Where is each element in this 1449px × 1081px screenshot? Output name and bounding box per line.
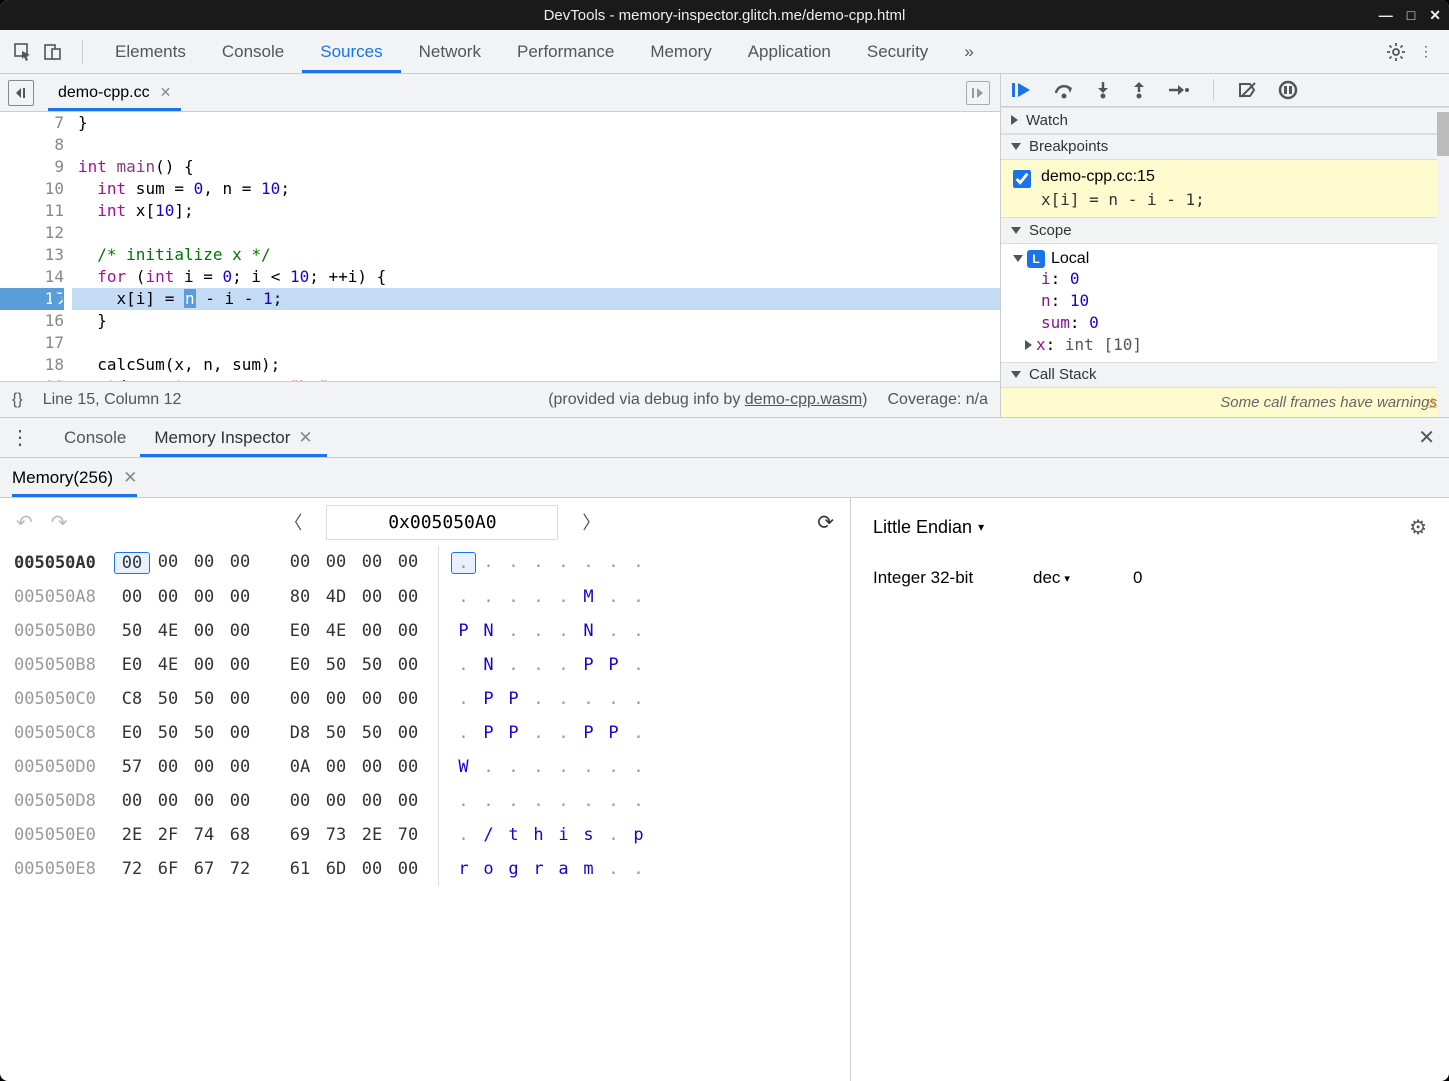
address-input[interactable] xyxy=(326,505,558,540)
hex-row[interactable]: 005050A00000000000000000........ xyxy=(14,546,850,580)
tab-application[interactable]: Application xyxy=(730,30,849,73)
devtools-main-tabs: ElementsConsoleSourcesNetworkPerformance… xyxy=(0,30,1449,74)
value-format-selector[interactable]: dec▾ xyxy=(1033,568,1133,588)
toggle-debugger-icon[interactable] xyxy=(966,81,990,105)
value-type: Integer 32-bit xyxy=(873,568,1033,588)
file-tab-demo-cpp[interactable]: demo-cpp.cc ✕ xyxy=(48,74,181,111)
scope-var-n[interactable]: n: 10 xyxy=(1041,290,1437,312)
device-toolbar-icon[interactable] xyxy=(38,37,68,67)
breakpoints-section-header[interactable]: Breakpoints xyxy=(1001,134,1449,160)
tab-network[interactable]: Network xyxy=(401,30,499,73)
minimize-icon[interactable]: — xyxy=(1379,7,1393,24)
resume-icon[interactable] xyxy=(1011,81,1033,99)
breakpoint-code: x[i] = n - i - 1; xyxy=(1041,190,1205,209)
pause-on-exceptions-icon[interactable] xyxy=(1278,80,1298,100)
drawer-tab-memory-inspector[interactable]: Memory Inspector ✕ xyxy=(140,418,326,457)
debug-scrollbar[interactable] xyxy=(1437,112,1449,417)
drawer-tab-console[interactable]: Console xyxy=(50,418,140,457)
close-memory-inspector-icon[interactable]: ✕ xyxy=(298,428,312,448)
hex-row[interactable]: 005050C8E0505000D8505000.PP..PP. xyxy=(14,716,850,750)
close-memory-tab-icon[interactable]: ✕ xyxy=(123,468,137,488)
hex-row[interactable]: 005050C0C850500000000000.PP..... xyxy=(14,682,850,716)
tab-sources[interactable]: Sources xyxy=(302,30,400,73)
hex-viewer[interactable]: 005050A00000000000000000........005050A8… xyxy=(0,546,850,1081)
cursor-position: Line 15, Column 12 xyxy=(43,391,182,409)
breakpoint-item[interactable]: demo-cpp.cc:15 x[i] = n - i - 1; xyxy=(1001,160,1449,217)
breakpoint-location: demo-cpp.cc:15 xyxy=(1041,168,1205,186)
window-title: DevTools - memory-inspector.glitch.me/de… xyxy=(544,7,906,24)
overflow-tabs-icon[interactable]: » xyxy=(946,30,991,73)
tab-performance[interactable]: Performance xyxy=(499,30,632,73)
hex-row[interactable]: 005050A800000000804D0000.....M.. xyxy=(14,580,850,614)
step-out-icon[interactable] xyxy=(1131,81,1147,99)
close-file-tab-icon[interactable]: ✕ xyxy=(160,84,172,101)
toggle-navigator-icon[interactable] xyxy=(8,80,34,106)
step-icon[interactable] xyxy=(1167,83,1189,97)
undo-icon[interactable]: ↶ xyxy=(16,510,33,535)
hex-row[interactable]: 005050E02E2F746869732E70./this.p xyxy=(14,818,850,852)
interpreter-settings-icon[interactable]: ⚙ xyxy=(1409,515,1427,540)
hex-row[interactable]: 005050D0570000000A000000W....... xyxy=(14,750,850,784)
value-interpreter-row: Integer 32-bit dec▾ 0 xyxy=(873,558,1427,598)
hex-row[interactable]: 005050B8E04E0000E0505000.N...PP. xyxy=(14,648,850,682)
step-into-icon[interactable] xyxy=(1095,81,1111,99)
callstack-section-header[interactable]: Call Stack xyxy=(1001,362,1449,388)
next-page-icon[interactable]: 〉 xyxy=(576,509,606,535)
endianness-selector[interactable]: Little Endian▾ xyxy=(873,517,984,538)
drawer-menu-icon[interactable]: ⋮ xyxy=(10,425,30,450)
debug-toolbar xyxy=(1001,74,1449,107)
tab-elements[interactable]: Elements xyxy=(97,30,204,73)
pretty-print-icon[interactable]: {} xyxy=(12,391,23,409)
maximize-icon[interactable]: □ xyxy=(1407,7,1415,24)
watch-section-header[interactable]: Watch xyxy=(1001,107,1449,133)
scope-var-i[interactable]: i: 0 xyxy=(1041,268,1437,290)
code-editor[interactable]: }int main() { int sum = 0, n = 10; int x… xyxy=(72,112,1000,381)
step-over-icon[interactable] xyxy=(1053,81,1075,99)
close-drawer-icon[interactable]: ✕ xyxy=(1418,425,1435,450)
hex-row[interactable]: 005050E8726F6772616D0000rogram.. xyxy=(14,852,850,886)
more-menu-icon[interactable]: ⋮ xyxy=(1411,37,1441,67)
callstack-warning: Some call frames have warnings ⚠ xyxy=(1001,388,1449,417)
wasm-source-link[interactable]: demo-cpp.wasm xyxy=(745,391,862,408)
tab-memory[interactable]: Memory xyxy=(632,30,729,73)
line-number-gutter[interactable]: 789101112131415161718192021 xyxy=(0,112,72,381)
deactivate-breakpoints-icon[interactable] xyxy=(1238,81,1258,99)
breakpoint-checkbox[interactable] xyxy=(1013,170,1031,188)
scope-var-x[interactable]: x: int [10] xyxy=(1041,334,1437,356)
inspect-element-icon[interactable] xyxy=(8,37,38,67)
redo-icon[interactable]: ↷ xyxy=(51,510,68,535)
interpreted-value: 0 xyxy=(1133,568,1142,588)
close-icon[interactable]: ✕ xyxy=(1429,7,1441,24)
scope-local[interactable]: LLocal xyxy=(1013,250,1437,268)
window-titlebar: DevTools - memory-inspector.glitch.me/de… xyxy=(0,0,1449,30)
tab-security[interactable]: Security xyxy=(849,30,946,73)
hex-row[interactable]: 005050D80000000000000000........ xyxy=(14,784,850,818)
scope-section-header[interactable]: Scope xyxy=(1001,217,1449,243)
hex-row[interactable]: 005050B0504E0000E04E0000PN...N.. xyxy=(14,614,850,648)
scope-var-sum[interactable]: sum: 0 xyxy=(1041,312,1437,334)
coverage-status: Coverage: n/a xyxy=(887,391,988,409)
settings-gear-icon[interactable] xyxy=(1381,37,1411,67)
tab-console[interactable]: Console xyxy=(204,30,302,73)
memory-tab[interactable]: Memory(256) ✕ xyxy=(12,458,137,497)
editor-status-bar: {} Line 15, Column 12 (provided via debu… xyxy=(0,381,1000,417)
prev-page-icon[interactable]: 〈 xyxy=(278,509,308,535)
file-tab-label: demo-cpp.cc xyxy=(58,84,150,102)
refresh-icon[interactable]: ⟳ xyxy=(817,510,834,535)
